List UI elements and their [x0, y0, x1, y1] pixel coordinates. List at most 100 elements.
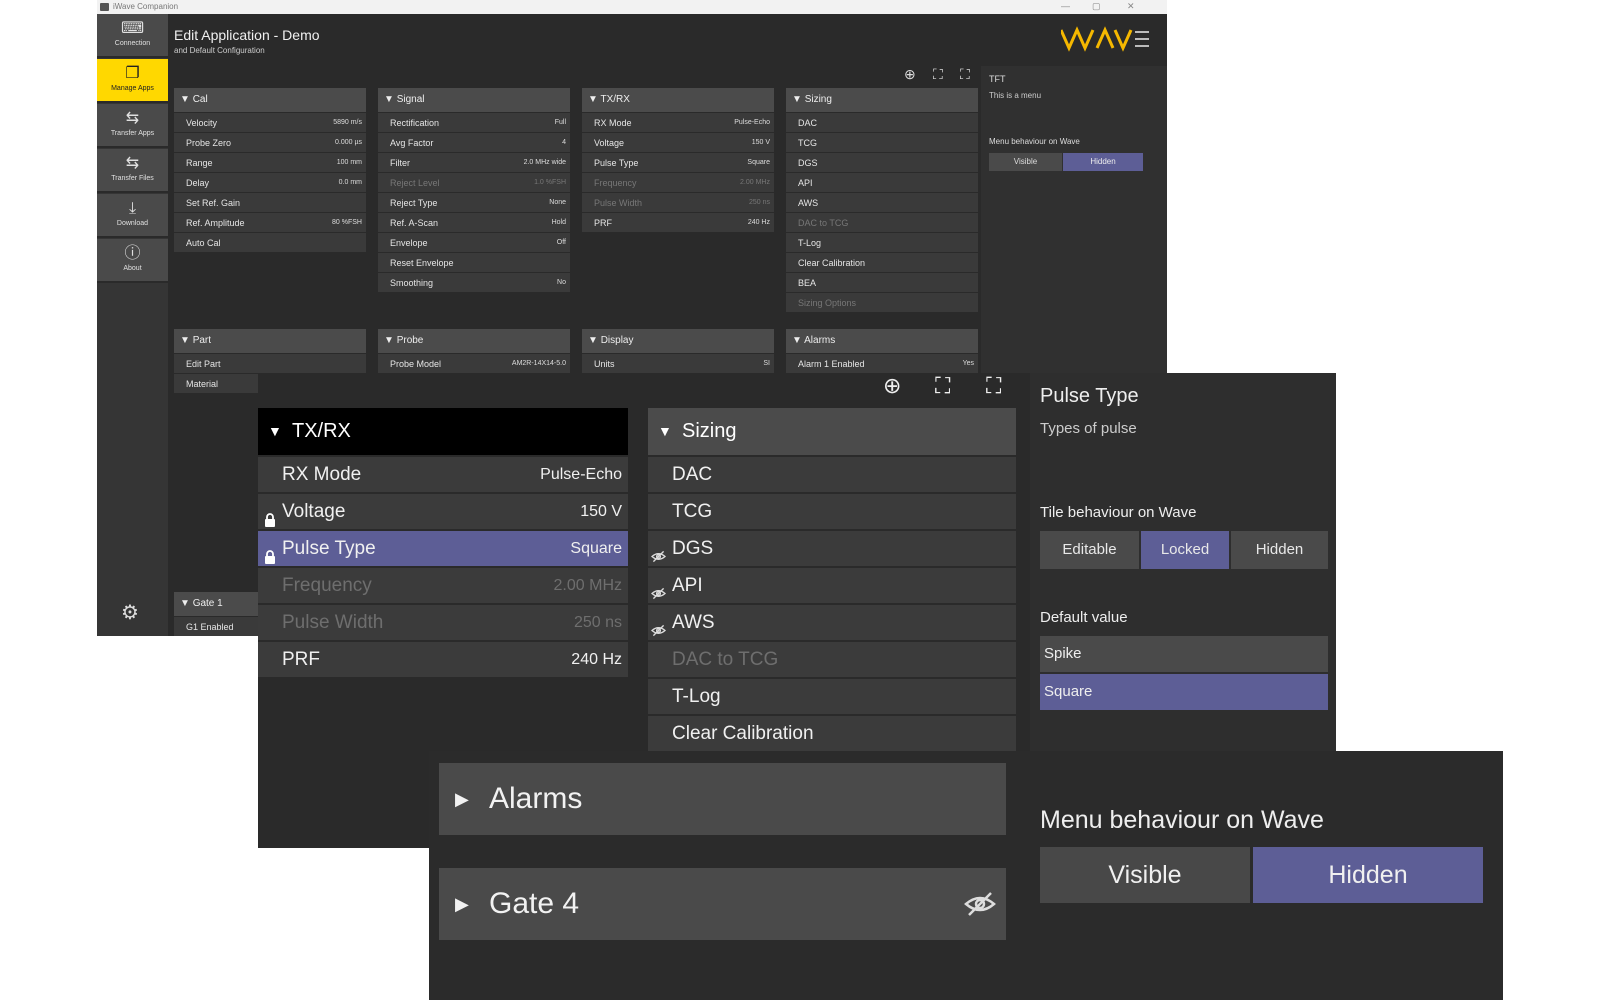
setting-row[interactable]: API [786, 172, 978, 192]
panel-header[interactable]: ▼ Signal [378, 88, 570, 112]
setting-row[interactable]: DGS [786, 152, 978, 172]
setting-row[interactable]: Reject Type None [378, 192, 570, 212]
panel-header[interactable]: ▼ Display [582, 329, 774, 353]
sidebar-item-download[interactable]: ⤓ Download [97, 194, 168, 238]
setting-label: Voltage [594, 138, 625, 148]
expand-all-icon[interactable]: ⛶ [935, 373, 950, 399]
txrx-row-pulse-width[interactable]: Pulse Width 250 ns [258, 603, 628, 640]
sizing-row-dgs[interactable]: DGS [648, 529, 1016, 566]
alarms-collapsed-panel[interactable]: ▶ Alarms [439, 763, 1006, 835]
txrx-row-frequency[interactable]: Frequency 2.00 MHz [258, 566, 628, 603]
setting-row[interactable]: Ref. Amplitude 80 %FSH [174, 212, 366, 232]
editable-option[interactable]: Editable [1040, 531, 1139, 569]
setting-row[interactable]: Reject Level 1.0 %FSH [378, 172, 570, 192]
connection-icon: ⌨ [120, 20, 145, 37]
setting-row[interactable]: PRF 240 Hz [582, 212, 774, 232]
sidebar-item-connection[interactable]: ⌨ Connection [97, 14, 168, 58]
setting-row[interactable]: Set Ref. Gain [174, 192, 366, 212]
default-option-spike[interactable]: Spike [1040, 636, 1328, 672]
panel-header[interactable]: ▼ Cal [174, 88, 366, 112]
setting-row[interactable]: Filter 2.0 MHz wide [378, 152, 570, 172]
setting-row[interactable]: DAC [786, 112, 978, 132]
setting-row[interactable]: Avg Factor 4 [378, 132, 570, 152]
setting-row[interactable]: DAC to TCG [786, 212, 978, 232]
setting-label: DAC to TCG [672, 649, 779, 670]
setting-row[interactable]: Smoothing No [378, 272, 570, 292]
visible-option[interactable]: Visible [1040, 847, 1250, 903]
panel-header[interactable]: ▼ Part [174, 329, 366, 353]
setting-row[interactable]: Voltage 150 V [582, 132, 774, 152]
sizing-row-tcg[interactable]: TCG [648, 492, 1016, 529]
setting-label: Material [186, 379, 219, 389]
add-tile-icon[interactable]: ⊕ [883, 373, 901, 399]
add-tile-icon[interactable]: ⊕ [904, 66, 916, 83]
txrx-row-prf[interactable]: PRF 240 Hz [258, 640, 628, 677]
hidden-option[interactable]: Hidden [1253, 847, 1483, 903]
close-window-button[interactable]: ✕ [1127, 1, 1135, 12]
collapse-all-icon[interactable]: ⛶ [960, 66, 970, 83]
sidebar-item-transfer-apps[interactable]: ⇆ Transfer Apps [97, 104, 168, 148]
sizing-row-aws[interactable]: AWS [648, 603, 1016, 640]
sizing-row-clear-calibration[interactable]: Clear Calibration [648, 714, 1016, 751]
setting-label: PRF [282, 649, 320, 670]
setting-row[interactable]: Probe Model AM2R-14X14-5.0 [378, 353, 570, 373]
setting-row[interactable]: Pulse Type Square [582, 152, 774, 172]
setting-row[interactable]: Delay 0.0 mm [174, 172, 366, 192]
setting-row[interactable]: Alarm 1 Enabled Yes [786, 353, 978, 373]
expand-all-icon[interactable]: ⛶ [933, 66, 943, 83]
setting-row[interactable]: Edit Part [174, 353, 366, 373]
setting-row[interactable]: Reset Envelope [378, 252, 570, 272]
setting-row[interactable]: T-Log [786, 232, 978, 252]
panel-header[interactable]: ▼ Probe [378, 329, 570, 353]
setting-row[interactable]: Clear Calibration [786, 252, 978, 272]
hidden-option[interactable]: Hidden [1231, 531, 1328, 569]
collapse-triangle-icon: ▼ [180, 94, 193, 105]
setting-row[interactable]: Auto Cal [174, 232, 366, 252]
maximize-button[interactable]: ▢ [1092, 1, 1101, 12]
txrx-row-rx-mode[interactable]: RX Mode Pulse-Echo [258, 455, 628, 492]
sidebar-item-label: Connection [114, 40, 151, 47]
collapse-triangle-icon: ▼ [588, 335, 601, 346]
gate4-collapsed-panel[interactable]: ▶ Gate 4 [439, 868, 1006, 940]
setting-row[interactable]: RX Mode Pulse-Echo [582, 112, 774, 132]
sizing-row-t-log[interactable]: T-Log [648, 677, 1016, 714]
sizing-panel-header[interactable]: ▼ Sizing [648, 408, 1016, 455]
panel-header[interactable]: ▼ Sizing [786, 88, 978, 112]
locked-option[interactable]: Locked [1141, 531, 1229, 569]
default-option-square[interactable]: Square [1040, 674, 1328, 710]
setting-row[interactable]: AWS [786, 192, 978, 212]
sizing-row-dac[interactable]: DAC [648, 455, 1016, 492]
setting-row[interactable]: Frequency 2.00 MHz [582, 172, 774, 192]
setting-row[interactable]: Sizing Options [786, 292, 978, 312]
txrx-panel-header[interactable]: ▼ TX/RX [258, 408, 628, 455]
sizing-row-dac-to-tcg[interactable]: DAC to TCG [648, 640, 1016, 677]
txrx-row-voltage[interactable]: Voltage 150 V [258, 492, 628, 529]
txrx-row-pulse-type[interactable]: Pulse Type Square [258, 529, 628, 566]
setting-row[interactable]: Units SI [582, 353, 774, 373]
sidebar-item-transfer-files[interactable]: ⇆ Transfer Files [97, 149, 168, 193]
panel-header[interactable]: ▼ TX/RX [582, 88, 774, 112]
setting-row[interactable]: Velocity 5890 m/s [174, 112, 366, 132]
info-description: Types of pulse [1040, 420, 1137, 437]
sizing-row-api[interactable]: API [648, 566, 1016, 603]
display-panel: ▼ Display Units SI [582, 329, 774, 373]
setting-row[interactable]: Range 100 mm [174, 152, 366, 172]
sidebar-item-about[interactable]: ⓘ About [97, 239, 168, 283]
sidebar-item-manage-apps[interactable]: ❐ Manage Apps [97, 59, 168, 103]
setting-row[interactable]: Ref. A-Scan Hold [378, 212, 570, 232]
setting-value: 1.0 %FSH [534, 179, 566, 186]
panel-header[interactable]: ▼ Alarms [786, 329, 978, 353]
setting-row[interactable]: Pulse Width 250 ns [582, 192, 774, 212]
panel-title: Part [192, 335, 212, 346]
hidden-option[interactable]: Hidden [1063, 153, 1143, 171]
setting-row[interactable]: BEA [786, 272, 978, 292]
setting-row[interactable]: Envelope Off [378, 232, 570, 252]
minimize-button[interactable]: — [1061, 1, 1070, 11]
setting-row[interactable]: Rectification Full [378, 112, 570, 132]
settings-gear-icon[interactable]: ⚙ [121, 600, 139, 625]
collapse-all-icon[interactable]: ⛶ [986, 373, 1001, 399]
setting-row[interactable]: Probe Zero 0.000 µs [174, 132, 366, 152]
setting-row[interactable]: TCG [786, 132, 978, 152]
visible-option[interactable]: Visible [989, 153, 1062, 171]
setting-value: 2.00 MHz [740, 179, 770, 186]
